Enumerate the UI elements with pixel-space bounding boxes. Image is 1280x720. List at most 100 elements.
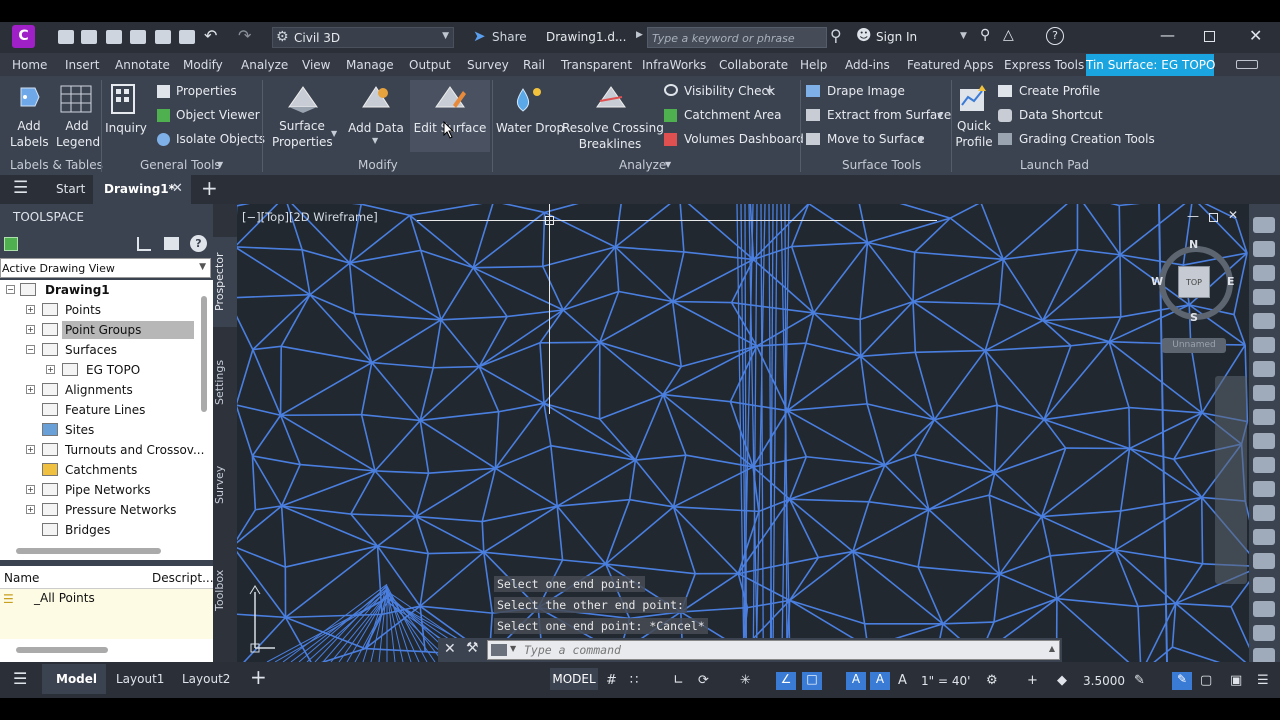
line-tool-icon[interactable] bbox=[1253, 217, 1275, 233]
tab-help[interactable]: Help bbox=[800, 58, 827, 72]
open-folder-icon[interactable] bbox=[81, 30, 97, 44]
layouts-menu-icon[interactable]: ☰ bbox=[13, 669, 27, 688]
hierarchy-icon[interactable] bbox=[137, 237, 151, 251]
tab-home[interactable]: Home bbox=[12, 58, 47, 72]
catchment-area-button[interactable]: Catchment Area bbox=[684, 108, 781, 122]
search-input[interactable]: Type a keyword or phrase bbox=[647, 27, 827, 48]
side-tab-settings[interactable]: Settings bbox=[213, 345, 237, 420]
tree-item-points[interactable]: + Points bbox=[0, 300, 213, 320]
side-tab-toolbox[interactable]: Toolbox bbox=[213, 560, 237, 620]
help-icon[interactable]: ? bbox=[1046, 27, 1064, 45]
expand-toggle-icon[interactable]: − bbox=[26, 345, 35, 354]
snap-mode-icon[interactable]: ∷ bbox=[630, 673, 638, 688]
text-tool-icon[interactable] bbox=[1253, 385, 1275, 401]
grading-creation-tools-button[interactable]: Grading Creation Tools bbox=[1019, 132, 1155, 146]
list-header-name[interactable]: Name bbox=[4, 571, 39, 585]
cart-icon[interactable]: ⚲ bbox=[980, 27, 990, 43]
scale-tool-icon[interactable] bbox=[1253, 601, 1275, 617]
list-header-description[interactable]: Descript... bbox=[152, 571, 214, 585]
drape-image-button[interactable]: Drape Image bbox=[827, 84, 905, 98]
panel-surface-tools[interactable]: Surface Tools bbox=[842, 158, 921, 172]
save-as-icon[interactable] bbox=[130, 30, 146, 44]
print-icon[interactable] bbox=[179, 30, 195, 44]
mtext-tool-icon[interactable] bbox=[1253, 409, 1275, 425]
compass-north[interactable]: N bbox=[1189, 238, 1198, 251]
expand-toggle-icon[interactable]: + bbox=[26, 385, 35, 394]
tree-item-surfaces[interactable]: − Surfaces bbox=[0, 340, 213, 360]
tab-output[interactable]: Output bbox=[409, 58, 451, 72]
rectangle-tool-icon[interactable] bbox=[1253, 313, 1275, 329]
tab-layout2[interactable]: Layout2 bbox=[182, 672, 230, 686]
tree-item-sites[interactable]: Sites bbox=[0, 420, 213, 440]
quick-profile-button[interactable]: Quick Profile bbox=[952, 118, 996, 150]
tab-modify[interactable]: Modify bbox=[183, 58, 223, 72]
tab-view[interactable]: View bbox=[302, 58, 330, 72]
move-tool-icon[interactable] bbox=[1253, 529, 1275, 545]
add-layout-icon[interactable]: + bbox=[250, 665, 267, 689]
close-tab-icon[interactable]: ✕ bbox=[172, 181, 183, 196]
side-tab-prospector[interactable]: Prospector bbox=[213, 237, 237, 327]
share-icon[interactable]: ➤ bbox=[473, 27, 486, 45]
panel-launch-pad[interactable]: Launch Pad bbox=[1020, 158, 1089, 172]
water-drop-button[interactable]: Water Drop bbox=[496, 120, 564, 136]
annotation-scale-a-icon[interactable]: A bbox=[846, 672, 866, 690]
tab-analyze[interactable]: Analyze bbox=[241, 58, 288, 72]
move-to-surface-button[interactable]: Move to Surface bbox=[827, 132, 925, 146]
rotate-tool-icon[interactable] bbox=[1253, 577, 1275, 593]
autodesk-a-icon[interactable]: △ bbox=[1003, 27, 1014, 43]
tab-drawing1[interactable]: Drawing1* ✕ bbox=[93, 175, 191, 204]
tab-manage[interactable]: Manage bbox=[346, 58, 394, 72]
tab-annotate[interactable]: Annotate bbox=[115, 58, 170, 72]
annotation-scale-value[interactable]: 1" = 40' bbox=[921, 674, 970, 688]
new-tab-icon[interactable]: + bbox=[201, 176, 218, 200]
list-hscrollbar[interactable] bbox=[16, 647, 108, 653]
tree-hscrollbar[interactable] bbox=[16, 548, 161, 554]
create-profile-button[interactable]: Create Profile bbox=[1019, 84, 1100, 98]
customization-icon[interactable]: ☰ bbox=[1257, 673, 1269, 688]
expand-toggle-icon[interactable]: + bbox=[26, 445, 35, 454]
navigation-bar[interactable] bbox=[1215, 376, 1247, 584]
tab-start[interactable]: Start bbox=[56, 182, 85, 196]
compass-west[interactable]: W bbox=[1151, 275, 1163, 288]
drawing-viewport[interactable]: [−][Top][2D Wireframe] — ✕ TOP N S E W U… bbox=[237, 204, 1249, 662]
visibility-check-button[interactable]: Visibility Check bbox=[684, 84, 775, 98]
polyline-tool-icon[interactable] bbox=[1253, 241, 1275, 257]
tab-survey[interactable]: Survey bbox=[467, 58, 509, 72]
object-viewer-button[interactable]: Object Viewer bbox=[176, 108, 260, 122]
view-select-dropdown[interactable]: Active Drawing View ▼ bbox=[0, 258, 211, 278]
tab-infraworks[interactable]: InfraWorks bbox=[642, 58, 706, 72]
viewport-restore-icon[interactable] bbox=[1209, 213, 1218, 222]
tree-item-catchments[interactable]: Catchments bbox=[0, 460, 213, 480]
properties-button[interactable]: Properties bbox=[176, 84, 237, 98]
close-icon[interactable]: ✕ bbox=[1249, 26, 1262, 45]
hamburger-menu-icon[interactable]: ☰ bbox=[13, 178, 28, 198]
redo-icon[interactable]: ↷ bbox=[238, 26, 251, 45]
command-customize-icon[interactable]: ⚒ bbox=[466, 640, 479, 656]
tab-add-ins[interactable]: Add-ins bbox=[845, 58, 890, 72]
leader-tool-icon[interactable] bbox=[1253, 457, 1275, 473]
annotation-monitor-icon[interactable]: + bbox=[1027, 673, 1038, 688]
add-legend-button[interactable]: Add Legend bbox=[56, 118, 100, 150]
isodraft-icon[interactable]: ✳ bbox=[740, 673, 751, 688]
insert-tool-icon[interactable] bbox=[1253, 505, 1275, 521]
tab-tin-surface-context[interactable]: Tin Surface: EG TOPO bbox=[1086, 54, 1215, 76]
panel-toggle-icon[interactable] bbox=[164, 237, 179, 250]
region-tool-icon[interactable] bbox=[1253, 361, 1275, 377]
tree-item-pipe-networks[interactable]: + Pipe Networks bbox=[0, 480, 213, 500]
compass-east[interactable]: E bbox=[1227, 275, 1235, 288]
viewport-controls-label[interactable]: [−][Top][2D Wireframe] bbox=[242, 210, 378, 224]
expand-toggle-icon[interactable]: − bbox=[6, 285, 15, 294]
ribbon-minimize-icon[interactable] bbox=[1236, 60, 1258, 69]
data-shortcut-button[interactable]: Data Shortcut bbox=[1019, 108, 1103, 122]
app-logo[interactable]: C bbox=[12, 25, 35, 48]
tab-collaborate[interactable]: Collaborate bbox=[719, 58, 788, 72]
tab-transparent[interactable]: Transparent bbox=[561, 58, 632, 72]
viewport-minimize-icon[interactable]: — bbox=[1187, 209, 1199, 223]
help-icon[interactable]: ? bbox=[190, 235, 207, 252]
elevation-value[interactable]: 3.5000 bbox=[1083, 674, 1125, 688]
tree-item-alignments[interactable]: + Alignments bbox=[0, 380, 213, 400]
tab-featured-apps[interactable]: Featured Apps bbox=[907, 58, 993, 72]
tree-item-drawing1[interactable]: − Drawing1 bbox=[0, 280, 213, 300]
grid-icon[interactable]: # bbox=[606, 673, 617, 688]
side-tab-survey[interactable]: Survey bbox=[213, 450, 237, 520]
